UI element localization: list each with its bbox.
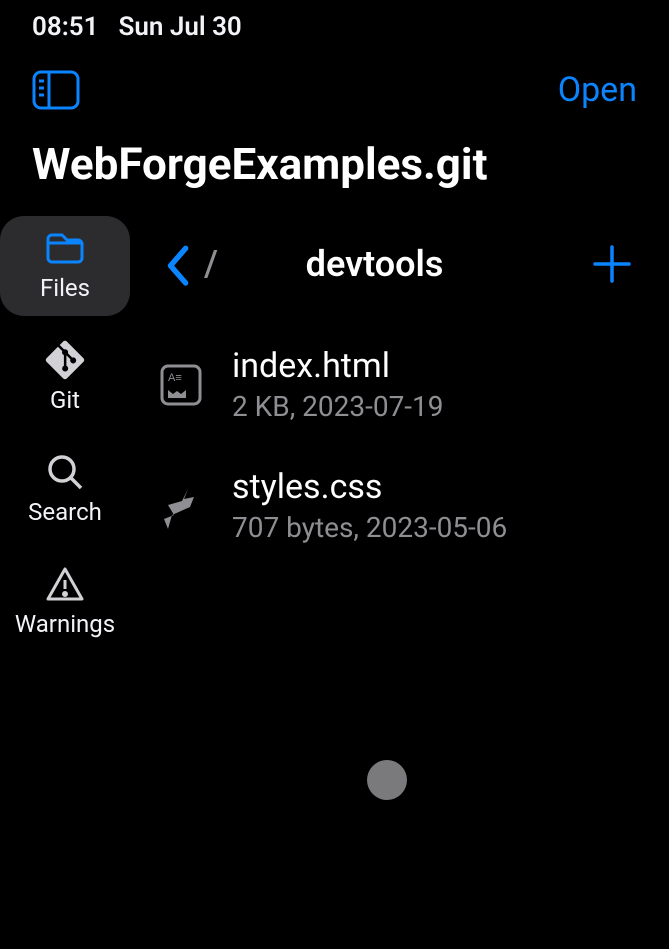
status-time: 08:51 xyxy=(32,12,99,42)
file-text: index.html 2 KB, 2023-07-19 xyxy=(232,346,633,423)
git-icon xyxy=(45,342,85,378)
file-text: styles.css 707 bytes, 2023-05-06 xyxy=(232,467,633,544)
css-file-icon xyxy=(158,483,204,529)
file-meta: 707 bytes, 2023-05-06 xyxy=(232,511,633,544)
sidebar-item-label: Warnings xyxy=(15,610,115,638)
file-meta: 2 KB, 2023-07-19 xyxy=(232,390,633,423)
sidebar-item-label: Search xyxy=(28,498,102,526)
file-name: index.html xyxy=(232,346,633,386)
sidebar-item-label: Git xyxy=(50,386,80,414)
warning-icon xyxy=(45,566,85,602)
file-name: styles.css xyxy=(232,467,633,507)
sidebar-item-files[interactable]: Files xyxy=(0,216,130,316)
sidebar-item-label: Files xyxy=(40,274,90,302)
sidebar-item-git[interactable]: Git xyxy=(0,328,130,428)
cursor-indicator xyxy=(367,760,407,800)
main-panel: / devtools A≡ index.html xyxy=(132,214,669,923)
open-button[interactable]: Open xyxy=(558,70,637,110)
add-button[interactable] xyxy=(591,243,633,285)
html-file-icon: A≡ xyxy=(158,362,204,408)
path-current: devtools xyxy=(172,243,577,285)
file-item[interactable]: A≡ index.html 2 KB, 2023-07-19 xyxy=(142,324,649,445)
sidebar: Files Git Search xyxy=(0,214,132,923)
file-list: A≡ index.html 2 KB, 2023-07-19 styles.cs… xyxy=(142,314,649,566)
file-item[interactable]: styles.css 707 bytes, 2023-05-06 xyxy=(142,445,649,566)
status-bar: 08:51 Sun Jul 30 xyxy=(0,0,669,50)
sidebar-item-search[interactable]: Search xyxy=(0,440,130,540)
svg-text:A≡: A≡ xyxy=(168,372,182,384)
page-title: WebForgeExamples.git xyxy=(0,120,669,214)
content: Files Git Search xyxy=(0,214,669,923)
status-date: Sun Jul 30 xyxy=(119,12,242,42)
path-bar: / devtools xyxy=(142,214,649,314)
folder-icon xyxy=(45,230,85,266)
sidebar-item-warnings[interactable]: Warnings xyxy=(0,552,130,652)
search-icon xyxy=(45,454,85,490)
header-row: Open xyxy=(0,50,669,120)
sidebar-toggle-button[interactable] xyxy=(32,70,80,110)
